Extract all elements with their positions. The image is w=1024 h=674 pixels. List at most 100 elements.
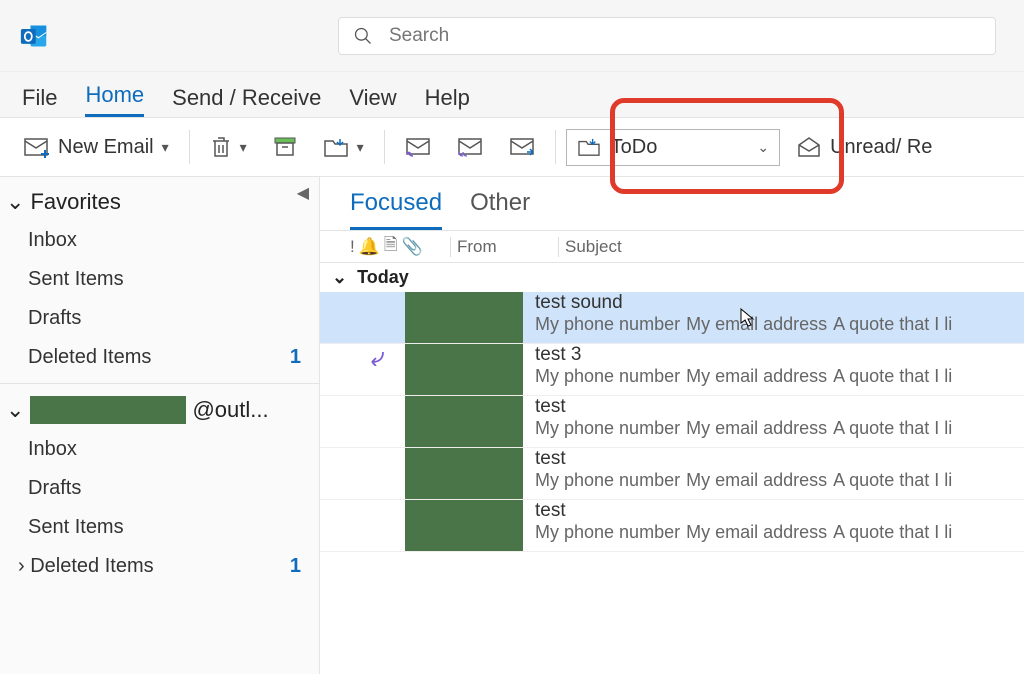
move-button[interactable]: ▾ [313,130,374,164]
message-preview: My phone numberMy email addressA quote t… [535,366,1024,387]
reply-all-button[interactable] [447,130,493,164]
chevron-down-icon: ⌄ [6,397,24,423]
sidebar-item-deleted-items[interactable]: Deleted Items 1 [0,338,319,377]
attachment-icon: 📎 [402,237,423,257]
message-preview: My phone numberMy email addressA quote t… [535,418,1024,439]
message-preview: My phone numberMy email addressA quote t… [535,314,1024,335]
tab-home[interactable]: Home [85,82,144,117]
group-today[interactable]: ⌄ Today [320,263,1024,292]
sidebar-item-label: Sent Items [28,268,124,291]
search-box[interactable] [338,17,996,55]
quick-move-dropdown[interactable]: ToDo ⌄ [566,129,780,166]
sidebar-item-inbox[interactable]: Inbox [0,221,319,260]
account-header[interactable]: ⌄ @outl... [0,390,319,430]
message-row[interactable]: testMy phone numberMy email addressA quo… [320,500,1024,552]
outlook-icon [20,22,48,50]
sidebar-item-drafts[interactable]: Drafts [0,469,319,508]
doc-icon: 🗎 [384,232,398,261]
tab-other[interactable]: Other [470,189,530,230]
ribbon-toolbar: New Email ▾ ▾ ▾ ToDo ⌄ Unread/ Re [0,117,1024,177]
column-subject[interactable]: Subject [558,237,622,257]
replied-icon [368,348,388,366]
new-email-label: New Email [58,136,154,159]
separator [384,130,385,164]
sidebar-item-label: Deleted Items [30,555,153,577]
redacted-from [405,500,523,552]
sidebar-item-label: Inbox [28,438,77,461]
sidebar-item-label: Deleted Items [28,346,151,369]
unread-count: 1 [290,555,301,578]
reminder-icon: 🔔 [359,237,380,257]
account-suffix: @outl... [192,397,268,423]
sidebar-item-inbox[interactable]: Inbox [0,430,319,469]
quick-move-label: ToDo [611,136,658,159]
unread-count: 1 [290,346,301,369]
redacted-from [405,344,523,396]
separator [189,130,190,164]
archive-button[interactable] [263,130,307,164]
folder-move-icon [323,136,349,158]
favorites-header[interactable]: ⌄ Favorites [0,183,319,221]
separator [555,130,556,164]
tab-view[interactable]: View [349,85,396,117]
sidebar-item-label: Sent Items [28,516,124,539]
sidebar-item-deleted-items[interactable]: › Deleted Items 1 [0,547,319,586]
forward-button[interactable] [499,130,545,164]
reply-all-icon [457,136,483,158]
search-input[interactable] [387,24,981,48]
redacted-from [405,396,523,448]
message-row[interactable]: test soundMy phone numberMy email addres… [320,292,1024,344]
mail-new-icon [24,136,50,158]
group-label: Today [357,267,409,288]
redacted-from [405,448,523,500]
tab-help[interactable]: Help [425,85,470,117]
message-row[interactable]: testMy phone numberMy email addressA quo… [320,396,1024,448]
redacted-from [405,292,523,344]
column-from[interactable]: From [450,237,558,257]
chevron-down-icon: ⌄ [757,139,769,156]
main-area: ◀ ⌄ Favorites Inbox Sent Items Drafts De… [0,177,1024,674]
tab-send-receive[interactable]: Send / Receive [172,85,321,117]
message-subject: test sound [535,292,1024,314]
favorites-label: Favorites [30,189,120,215]
tab-file[interactable]: File [22,85,57,117]
message-row[interactable]: testMy phone numberMy email addressA quo… [320,448,1024,500]
chevron-right-icon: › [18,555,25,577]
collapse-folder-pane[interactable]: ◀ [297,183,309,203]
message-subject: test [535,396,1024,418]
sidebar-item-drafts[interactable]: Drafts [0,299,319,338]
focused-other-tabs: Focused Other [320,177,1024,231]
separator [0,383,319,384]
message-preview: My phone numberMy email addressA quote t… [535,522,1024,543]
ribbon-tabs: File Home Send / Receive View Help [0,72,1024,117]
chevron-down-icon: ▾ [357,139,364,156]
delete-button[interactable]: ▾ [200,129,257,165]
message-subject: test [535,500,1024,522]
message-preview: My phone numberMy email addressA quote t… [535,470,1024,491]
sidebar-item-sent-items[interactable]: Sent Items [0,260,319,299]
chevron-down-icon: ▾ [162,139,169,156]
search-icon [353,26,373,46]
folder-pane: ◀ ⌄ Favorites Inbox Sent Items Drafts De… [0,177,320,674]
unread-read-label: Unread/ Re [830,136,932,159]
reply-button[interactable] [395,130,441,164]
message-subject: test [535,448,1024,470]
chevron-down-icon: ▾ [240,139,247,156]
redacted-account-name [30,396,186,424]
tab-focused[interactable]: Focused [350,189,442,230]
message-list-pane: Focused Other ! 🔔 🗎 📎 From Subject ⌄ Tod… [320,177,1024,674]
message-row[interactable]: test 3My phone numberMy email addressA q… [320,344,1024,396]
unread-read-button[interactable]: Unread/ Re [786,130,942,165]
sidebar-item-label: Inbox [28,229,77,252]
forward-icon [509,136,535,158]
message-subject: test 3 [535,344,1024,366]
sidebar-item-label: Drafts [28,307,81,330]
new-email-button[interactable]: New Email ▾ [14,130,179,165]
sidebar-item-label: Drafts [28,477,81,500]
chevron-down-icon: ⌄ [332,267,347,288]
chevron-down-icon: ⌄ [6,189,24,215]
archive-icon [273,136,297,158]
sidebar-item-sent-items[interactable]: Sent Items [0,508,319,547]
folder-move-icon [577,137,601,157]
title-bar [0,0,1024,72]
